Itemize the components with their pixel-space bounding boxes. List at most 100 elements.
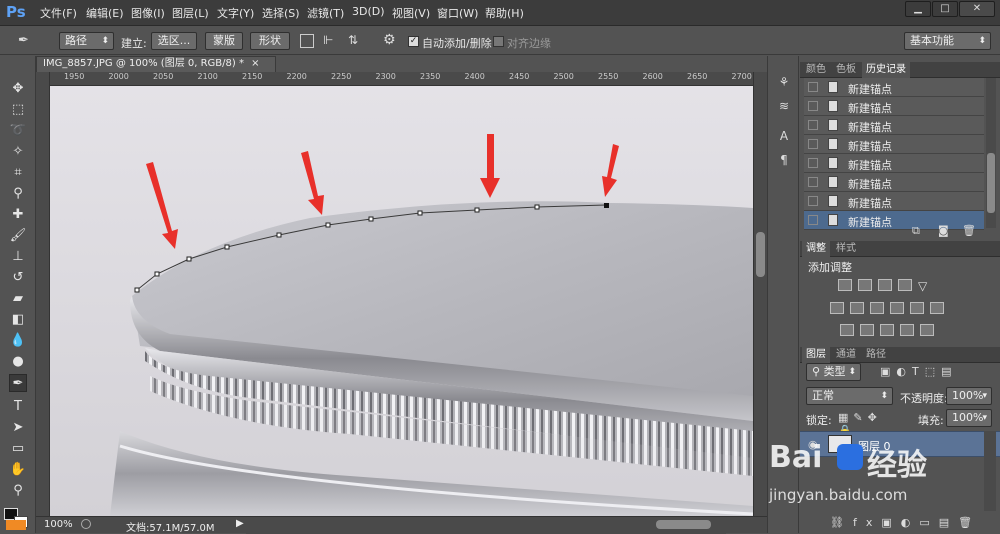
levels-icon[interactable] [858, 279, 872, 291]
path-selection-tool-icon[interactable]: ➤ [9, 419, 27, 437]
menu-filter[interactable]: 滤镜(T) [307, 5, 344, 21]
new-document-from-state-icon[interactable]: ⧉ [912, 224, 920, 238]
history-item[interactable]: 新建锚点 [804, 116, 984, 135]
hand-tool-icon[interactable]: ✋ [9, 461, 27, 479]
close-tab-icon[interactable]: × [251, 58, 259, 69]
snapshot-checkbox[interactable] [808, 139, 818, 149]
move-tool-icon[interactable]: ✥ [9, 80, 27, 98]
history-item[interactable]: 新建锚点 [804, 192, 984, 211]
snapshot-checkbox[interactable] [808, 177, 818, 187]
camera-snapshot-icon[interactable]: ◙ [938, 224, 949, 237]
paragraph-panel-icon[interactable]: ¶ [776, 152, 792, 168]
selection-button[interactable]: 选区... [151, 32, 197, 50]
menu-image[interactable]: 图像(I) [131, 5, 165, 21]
brightness-icon[interactable] [838, 279, 852, 291]
history-item[interactable]: 新建锚点 [804, 78, 984, 97]
pen-mode-dropdown[interactable]: 路径 ⬍ [59, 32, 114, 50]
crop-tool-icon[interactable]: ⌗ [9, 164, 27, 182]
posterize-icon[interactable] [860, 324, 874, 336]
snapshot-checkbox[interactable] [808, 101, 818, 111]
history-item[interactable]: 新建锚点 [804, 154, 984, 173]
magic-wand-tool-icon[interactable]: ✧ [9, 143, 27, 161]
tab-color[interactable]: 颜色 [802, 62, 830, 78]
exposure-icon[interactable] [898, 279, 912, 291]
threshold-icon[interactable] [880, 324, 894, 336]
selective-color-icon[interactable] [900, 324, 914, 336]
close-window-button[interactable]: ✕ [959, 1, 995, 17]
brush-tool-icon[interactable]: 🖌 [9, 227, 27, 245]
curves-icon[interactable] [878, 279, 892, 291]
vibrance-icon[interactable]: ▽ [918, 279, 927, 293]
vertical-scrollbar-thumb[interactable] [756, 232, 765, 277]
path-arrangement-icon[interactable]: ⇅ [348, 33, 364, 49]
tab-paths[interactable]: 路径 [862, 347, 890, 363]
blend-mode-dropdown[interactable]: 正常 ⬍ [806, 387, 893, 405]
channel-mixer-icon[interactable] [910, 302, 924, 314]
black-white-icon[interactable] [870, 302, 884, 314]
snapshot-checkbox[interactable] [808, 120, 818, 130]
menu-type[interactable]: 文字(Y) [217, 5, 254, 21]
color-lookup-icon[interactable] [930, 302, 944, 314]
history-brush-tool-icon[interactable]: ↺ [9, 269, 27, 287]
path-operations-icon[interactable] [300, 34, 314, 48]
menu-file[interactable]: 文件(F) [40, 5, 77, 21]
tab-layers[interactable]: 图层 [802, 347, 830, 363]
type-tool-icon[interactable]: T [9, 398, 27, 416]
history-scrollbar[interactable] [986, 78, 996, 228]
brush-preset-icon[interactable]: ⚘ [776, 74, 792, 90]
zoom-level[interactable]: 100% [44, 519, 73, 530]
blur-tool-icon[interactable]: 💧 [9, 332, 27, 350]
quick-mask-icon[interactable] [6, 520, 26, 530]
document-canvas[interactable] [50, 86, 753, 516]
history-item-selected[interactable]: 新建锚点 [804, 211, 984, 230]
tab-history[interactable]: 历史记录 [862, 62, 910, 78]
history-scrollbar-thumb[interactable] [987, 153, 995, 213]
pen-tool-icon[interactable]: ✒ [9, 374, 27, 392]
invert-icon[interactable] [840, 324, 854, 336]
brush-panel-icon[interactable]: ≋ [776, 98, 792, 114]
shape-tool-icon[interactable]: ▭ [9, 440, 27, 458]
tab-styles[interactable]: 样式 [832, 241, 860, 257]
minimize-button[interactable]: ▁ [905, 1, 931, 17]
history-item[interactable]: 新建锚点 [804, 97, 984, 116]
gradient-map-icon[interactable] [920, 324, 934, 336]
tab-swatches[interactable]: 色板 [832, 62, 860, 78]
doc-info-icon[interactable] [81, 519, 91, 529]
snapshot-checkbox[interactable] [808, 196, 818, 206]
menu-edit[interactable]: 编辑(E) [86, 5, 124, 21]
lasso-tool-icon[interactable]: ➰ [9, 122, 27, 140]
snapshot-checkbox[interactable] [808, 82, 818, 92]
menu-layer[interactable]: 图层(L) [172, 5, 209, 21]
document-tab[interactable]: IMG_8857.JPG @ 100% (图层 0, RGB/8) * × [36, 56, 276, 72]
gradient-tool-icon[interactable]: ◧ [9, 311, 27, 329]
history-item[interactable]: 新建锚点 [804, 173, 984, 192]
path-alignment-icon[interactable]: ⊩ [323, 33, 339, 49]
workspace-dropdown[interactable]: 基本功能 ⬍ [904, 32, 991, 50]
trash-icon[interactable]: 🗑 [962, 224, 976, 237]
menu-select[interactable]: 选择(S) [262, 5, 300, 21]
lock-icons[interactable]: ▦✎✥🔒 [838, 411, 898, 437]
horizontal-scrollbar[interactable] [246, 517, 726, 534]
auto-add-delete-checkbox[interactable]: ✓ [408, 36, 419, 47]
hue-saturation-icon[interactable] [830, 302, 844, 314]
fill-input[interactable]: 100% ▾ [946, 409, 992, 427]
status-menu-arrow-icon[interactable]: ▶ [236, 518, 244, 529]
healing-brush-tool-icon[interactable]: ✚ [9, 206, 27, 224]
character-panel-icon[interactable]: A [776, 128, 792, 144]
layer-filter-dropdown[interactable]: ⚲ 类型 ⬍ [806, 363, 861, 381]
maximize-button[interactable]: □ [932, 1, 958, 17]
menu-window[interactable]: 窗口(W) [437, 5, 478, 21]
color-balance-icon[interactable] [850, 302, 864, 314]
eraser-tool-icon[interactable]: ▰ [9, 290, 27, 308]
clone-stamp-tool-icon[interactable]: ⊥ [9, 248, 27, 266]
tab-channels[interactable]: 通道 [832, 347, 860, 363]
snapshot-checkbox[interactable] [808, 158, 818, 168]
marquee-tool-icon[interactable]: ⬚ [9, 101, 27, 119]
zoom-tool-icon[interactable]: ⚲ [9, 482, 27, 500]
shape-button[interactable]: 形状 [250, 32, 290, 50]
photo-filter-icon[interactable] [890, 302, 904, 314]
menu-3d[interactable]: 3D(D) [352, 5, 385, 21]
mask-button[interactable]: 蒙版 [205, 32, 243, 50]
dodge-tool-icon[interactable]: ● [9, 353, 27, 371]
history-item[interactable]: 新建锚点 [804, 135, 984, 154]
